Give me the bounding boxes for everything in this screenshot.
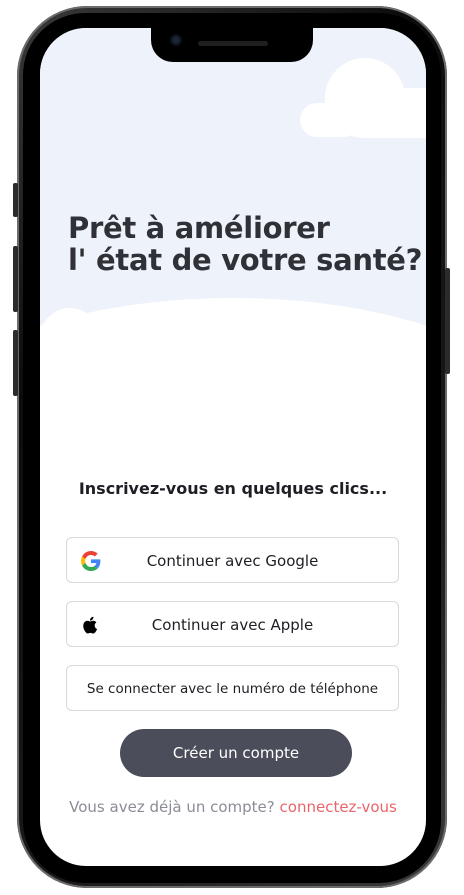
login-link[interactable]: connectez-vous bbox=[280, 798, 397, 816]
title-line-2: l' état de votre santé? bbox=[68, 243, 423, 277]
sky-curve bbox=[40, 298, 426, 558]
device-mockup: Prêt à améliorer l' état de votre santé?… bbox=[0, 0, 464, 895]
google-button-label: Continuer avec Google bbox=[146, 552, 319, 570]
login-prompt: Vous avez déjà un compte? connectez-vous bbox=[40, 798, 426, 816]
mute-switch bbox=[13, 183, 18, 217]
camera-icon bbox=[170, 34, 182, 46]
volume-up-button bbox=[13, 246, 18, 312]
title-line-1: Prêt à améliorer bbox=[68, 211, 330, 245]
apple-button-label: Continuer avec Apple bbox=[151, 616, 314, 634]
signup-subtitle: Inscrivez-vous en quelques clics... bbox=[78, 479, 388, 498]
speaker-grille bbox=[198, 41, 268, 46]
create-account-button[interactable]: Créer un compte bbox=[120, 729, 352, 777]
power-button bbox=[445, 268, 450, 374]
page-title: Prêt à améliorer l' état de votre santé? bbox=[68, 211, 423, 277]
continue-with-google-button[interactable]: Continuer avec Google bbox=[66, 537, 399, 583]
continue-with-apple-button[interactable]: Continuer avec Apple bbox=[66, 601, 399, 647]
create-account-label: Créer un compte bbox=[172, 744, 300, 762]
phone-button-label: Se connecter avec le numéro de téléphone bbox=[86, 681, 379, 697]
phone-login-button[interactable]: Se connecter avec le numéro de téléphone bbox=[66, 665, 399, 711]
volume-down-button bbox=[13, 330, 18, 396]
app-screen: Prêt à améliorer l' état de votre santé?… bbox=[40, 28, 426, 866]
cloud-decoration bbox=[300, 103, 360, 137]
login-question: Vous avez déjà un compte? bbox=[69, 798, 275, 816]
